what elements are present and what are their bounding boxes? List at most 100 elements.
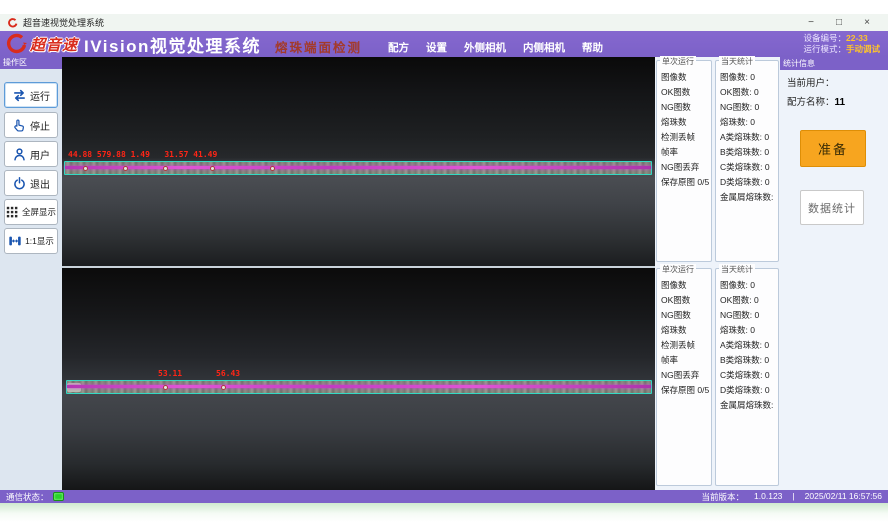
menu-item-inner-camera[interactable]: 内侧相机: [523, 40, 565, 55]
run-mode-value: 手动调试: [846, 44, 880, 54]
stop-button-label: 停止: [30, 118, 50, 133]
app-subtitle: 熔珠端面检测: [275, 37, 362, 56]
stat-row: OK图数: [661, 85, 709, 100]
maximize-button[interactable]: □: [832, 17, 846, 28]
exit-button-label: 退出: [30, 176, 50, 191]
stat-row: 熔珠数: 0: [720, 323, 776, 338]
menu-item-outer-camera[interactable]: 外侧相机: [464, 40, 506, 55]
footer-strip: [0, 503, 888, 522]
minimize-button[interactable]: −: [804, 17, 818, 28]
stat-row: NG图数: 0: [720, 308, 776, 323]
stat-row: D类熔珠数: 0: [720, 383, 776, 398]
fullscreen-button[interactable]: 全屏显示: [4, 199, 58, 225]
single-run-title: 单次运行: [660, 264, 696, 275]
bead-marker: [221, 385, 226, 390]
statusbar-right: 当前版本： 1.0.123 | 2025/02/11 16:57:56: [702, 491, 882, 503]
single-run-groupbox: 单次运行 图像数 OK图数 NG图数 熔珠数 检测丢帧 帧率 NG图丢弃 保存原…: [656, 268, 712, 486]
run-button-label: 运行: [30, 88, 50, 103]
stat-row: D类熔珠数: 0: [720, 175, 776, 190]
recipe-name-row: 配方名称：11: [780, 89, 888, 108]
single-run-title: 单次运行: [660, 56, 696, 67]
menu-item-help[interactable]: 帮助: [582, 40, 603, 55]
stat-row: OK图数: [661, 293, 709, 308]
run-button[interactable]: 运行: [4, 82, 58, 108]
image-display-area: 44.88 579.88 1.49 31.57 41.49 53.11 56.4…: [62, 57, 655, 490]
hand-icon: [12, 118, 27, 133]
stat-row: OK图数: 0: [720, 293, 776, 308]
user-button-label: 用户: [30, 147, 50, 162]
stat-row: NG图数: [661, 308, 709, 323]
titlebar-left: 超音速视觉处理系统: [8, 16, 104, 29]
today-stats-groupbox: 当天统计 图像数: 0 OK图数: 0 NG图数: 0 熔珠数: 0 A类熔珠数…: [715, 268, 779, 486]
menu-item-settings[interactable]: 设置: [426, 40, 447, 55]
outer-camera-view[interactable]: 44.88 579.88 1.49 31.57 41.49: [62, 57, 655, 266]
inner-camera-view[interactable]: 53.11 56.43: [62, 268, 655, 490]
bead-marker: [163, 166, 168, 171]
today-stats-title: 当天统计: [719, 56, 755, 67]
titlebar: 超音速视觉处理系统 − □ ×: [0, 14, 888, 31]
statusbar-separator: |: [792, 491, 794, 503]
stat-row: 熔珠数: 0: [720, 115, 776, 130]
info-panel: 统计信息 当前用户： 配方名称：11 准备 数据统计: [780, 57, 888, 490]
single-run-groupbox: 单次运行 图像数 OK图数 NG图数 熔珠数 检测丢帧 帧率 NG图丢弃 保存原…: [656, 60, 712, 262]
weld-bead-detection-box: [64, 161, 652, 175]
one-to-one-button[interactable]: 1:1显示: [4, 228, 58, 254]
today-stats-title: 当天统计: [719, 264, 755, 275]
run-mode-label: 运行模式：: [803, 44, 846, 54]
stat-row: 熔珠数: [661, 323, 709, 338]
comm-status-label: 通信状态：: [6, 491, 49, 503]
bead-center-line: [67, 385, 651, 388]
status-bar: 通信状态： 当前版本： 1.0.123 | 2025/02/11 16:57:5…: [0, 490, 888, 503]
stat-row: 金属屑熔珠数: 0: [720, 190, 776, 205]
stat-row: NG图数: 0: [720, 100, 776, 115]
statistics-columns: 单次运行 图像数 OK图数 NG图数 熔珠数 检测丢帧 帧率 NG图丢弃 保存原…: [655, 57, 780, 490]
stat-row: 保存原图 0/500: [661, 175, 709, 190]
info-panel-title: 统计信息: [780, 57, 888, 70]
recipe-name-label: 配方名称：: [787, 97, 835, 108]
operation-sidebar: 操作区 运行 停止 用户: [0, 57, 62, 490]
fullscreen-button-label: 全屏显示: [22, 206, 56, 218]
data-statistics-button[interactable]: 数据统计: [800, 190, 864, 225]
cycle-icon: [12, 88, 27, 103]
app-logo-icon: [8, 18, 18, 28]
current-user-label: 当前用户：: [787, 78, 835, 89]
exit-button[interactable]: 退出: [4, 170, 58, 196]
brand-logo-text: 超音速: [30, 34, 78, 55]
stat-row: 图像数: 0: [720, 278, 776, 293]
stat-row: 图像数: [661, 70, 709, 85]
brand-logo: 超音速: [6, 33, 78, 55]
stat-row: 图像数: 0: [720, 70, 776, 85]
bead-marker: [123, 166, 128, 171]
measurement-annotation: 56.43: [216, 369, 240, 378]
stat-row: 检测丢帧: [661, 130, 709, 145]
stat-row: 保存原图 0/500: [661, 383, 709, 398]
user-button[interactable]: 用户: [4, 141, 58, 167]
stat-row: NG图数: [661, 100, 709, 115]
stat-row: C类熔珠数: 0: [720, 368, 776, 383]
version-label: 当前版本：: [702, 491, 745, 503]
stat-row: B类熔珠数: 0: [720, 353, 776, 368]
window-controls: − □ ×: [804, 17, 880, 28]
stat-row: 检测丢帧: [661, 338, 709, 353]
sidebar-title: 操作区: [0, 57, 62, 69]
app-title: IVision视觉处理系统: [84, 32, 261, 57]
measurement-annotation: 53.11: [158, 369, 182, 378]
stat-row: NG图丢弃: [661, 368, 709, 383]
prepare-button[interactable]: 准备: [800, 130, 866, 167]
menu-item-recipe[interactable]: 配方: [388, 40, 409, 55]
device-number-label: 设备编号：: [803, 33, 846, 43]
measurement-annotation: 44.88 579.88 1.49 31.57 41.49: [68, 150, 217, 159]
stat-row: 熔珠数: [661, 115, 709, 130]
stat-row: B类熔珠数: 0: [720, 145, 776, 160]
bead-marker: [210, 166, 215, 171]
recipe-name-value: 11: [835, 97, 846, 108]
one-to-one-icon: [8, 234, 22, 248]
close-button[interactable]: ×: [860, 17, 874, 28]
one-to-one-button-label: 1:1显示: [25, 235, 54, 247]
bead-marker: [270, 166, 275, 171]
stat-row: NG图丢弃: [661, 160, 709, 175]
stop-button[interactable]: 停止: [4, 112, 58, 138]
weld-bead-detection-box: [66, 380, 652, 394]
stat-row: OK图数: 0: [720, 85, 776, 100]
stat-row: 图像数: [661, 278, 709, 293]
